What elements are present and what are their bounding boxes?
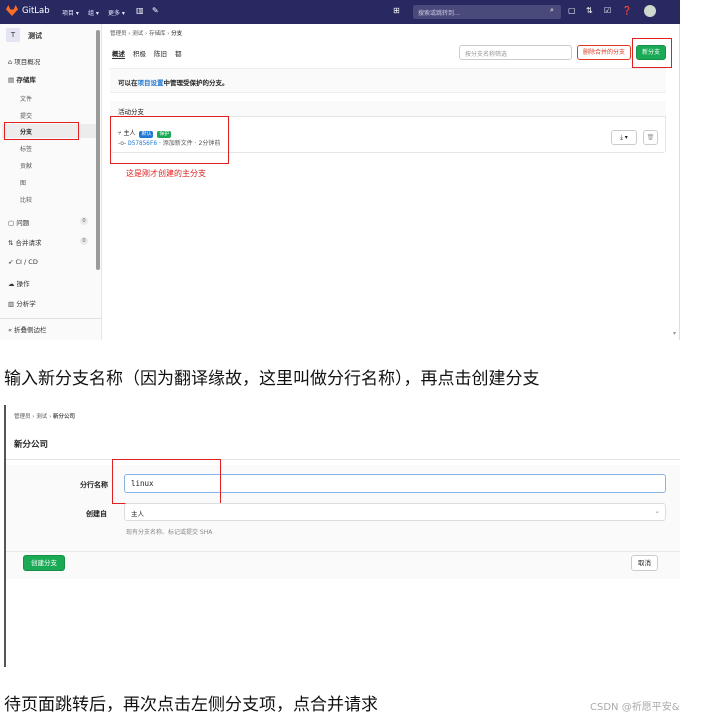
sidebar-divider — [0, 318, 101, 319]
branch-filter-input[interactable]: 按分支名称筛选 — [459, 45, 572, 60]
project-sidebar: T 测试 ⌂ 项目概况 ▤ 存储库 文件 提交 分支 标签 贡献 图 比较 ▢ … — [0, 24, 102, 340]
create-branch-button[interactable]: 创建分支 — [23, 555, 65, 571]
highlight-branch-box — [110, 116, 229, 164]
merge-request-icon[interactable]: ⇅ — [586, 6, 593, 15]
sidebar-item-operations[interactable]: ☁ 操作 — [8, 278, 30, 288]
create-from-label: 创建自 — [86, 510, 107, 518]
sidebar-scrollbar[interactable] — [96, 30, 100, 270]
search-icon: ⌕ — [550, 6, 554, 14]
nav-more[interactable]: 更多 ▾ — [108, 8, 125, 17]
page-title: 新分公司 — [14, 440, 49, 450]
watermark: CSDN @祈愿平安& — [590, 702, 680, 713]
active-branches-header-bg — [110, 101, 666, 117]
create-from-select[interactable]: 主人 ⌄ — [124, 503, 666, 521]
project-name[interactable]: 测试 — [28, 31, 42, 41]
breadcrumb-2: 管理员 › 测试 › 新分公司 — [14, 414, 75, 420]
download-button[interactable]: ⤓ ▾ — [611, 130, 637, 145]
avatar[interactable] — [644, 5, 656, 17]
new-branch-screenshot: 管理员 › 测试 › 新分公司 新分公司 分行名称 linux 创建自 主人 ⌄… — [4, 405, 680, 667]
top-navbar: GitLab 项目 ▾ 组 ▾ 更多 ▾ ▥ ✎ ⊞ 搜索或跳转到… ⌕ ▢ ⇅… — [0, 0, 680, 24]
delete-merged-branches-button[interactable]: 删除合并的分支 — [577, 45, 631, 60]
tab-active[interactable]: 积极 — [133, 48, 146, 59]
project-settings-link[interactable]: 项目设置 — [138, 79, 164, 87]
caption-1: 输入新分支名称（因为翻译缘故，这里叫做分行名称），再点击创建分支 — [4, 369, 540, 389]
title-divider — [4, 459, 680, 460]
highlight-branches-box — [4, 122, 79, 140]
highlight-new-branch-box — [632, 38, 672, 68]
sidebar-item-compare[interactable]: 比较 — [20, 195, 32, 204]
chevron-down-icon: ⌄ — [654, 507, 660, 515]
chart-icon[interactable]: ▥ — [136, 6, 144, 15]
todo-icon[interactable]: ☑ — [604, 6, 611, 15]
breadcrumb: 管理员 › 测试 › 存储库 › 分支 — [110, 31, 183, 37]
sidebar-item-files[interactable]: 文件 — [20, 94, 32, 103]
help-icon[interactable]: ❓ — [622, 6, 632, 15]
plus-icon[interactable]: ⊞ — [393, 6, 400, 15]
nav-groups[interactable]: 组 ▾ — [88, 8, 99, 17]
delete-branch-button[interactable]: 🗑 — [643, 130, 658, 145]
gitlab-fox-icon — [6, 5, 18, 16]
mr-count-badge: 0 — [80, 237, 88, 245]
tab-overview[interactable]: 概述 — [112, 48, 125, 59]
tab-stale[interactable]: 陈旧 — [154, 48, 167, 59]
search-input[interactable]: 搜索或跳转到… — [413, 5, 561, 19]
project-avatar[interactable]: T — [6, 28, 20, 42]
active-branches-header: 活动分支 — [118, 108, 144, 116]
sidebar-item-contributors[interactable]: 贡献 — [20, 161, 32, 170]
left-edge-bar — [4, 405, 6, 667]
nav-projects[interactable]: 项目 ▾ — [62, 8, 79, 17]
sidebar-item-cicd[interactable]: ➶ CI / CD — [8, 258, 38, 266]
info-text: 可以在项目设置中管理受保护的分支。 — [118, 79, 229, 87]
create-from-hint: 现有分支名称、标记或提交 SHA — [126, 529, 213, 536]
trash-icon: 🗑 — [646, 134, 655, 141]
gitlab-branches-screenshot: GitLab 项目 ▾ 组 ▾ 更多 ▾ ▥ ✎ ⊞ 搜索或跳转到… ⌕ ▢ ⇅… — [0, 0, 680, 340]
brand-name: GitLab — [22, 5, 50, 16]
sidebar-item-merge-requests[interactable]: ⇅ 合并请求 — [8, 237, 42, 247]
annotation-text: 这是刚才创建的主分支 — [126, 169, 206, 178]
sidebar-item-tags[interactable]: 标签 — [20, 144, 32, 153]
sidebar-item-graph[interactable]: 图 — [20, 178, 26, 187]
wrench-icon[interactable]: ✎ — [152, 6, 159, 15]
sidebar-item-overview[interactable]: ⌂ 项目概况 — [8, 56, 40, 66]
sidebar-item-issues[interactable]: ▢ 问题 — [8, 217, 29, 227]
sidebar-item-commits[interactable]: 提交 — [20, 111, 32, 120]
branch-tabs: 概述 积极 陈旧 都 — [112, 48, 182, 59]
form-actions — [4, 551, 680, 579]
cancel-button[interactable]: 取消 — [631, 555, 658, 571]
branch-name-label: 分行名称 — [80, 481, 108, 489]
issues-icon[interactable]: ▢ — [568, 6, 576, 15]
highlight-branch-input-box — [112, 459, 221, 504]
scroll-down-arrow[interactable]: ▾ — [673, 330, 676, 337]
download-icon: ⤓ ▾ — [620, 134, 628, 141]
tab-all[interactable]: 都 — [175, 48, 182, 59]
collapse-sidebar-button[interactable]: « 折叠侧边栏 — [8, 324, 47, 334]
sidebar-item-analytics[interactable]: ▥ 分析学 — [8, 298, 36, 308]
gitlab-logo[interactable]: GitLab — [6, 5, 50, 16]
caption-2: 待页面跳转后，再次点击左侧分支项，点合并请求 — [4, 695, 378, 715]
issues-count-badge: 0 — [80, 217, 88, 225]
sidebar-item-repository[interactable]: ▤ 存储库 — [8, 74, 36, 84]
